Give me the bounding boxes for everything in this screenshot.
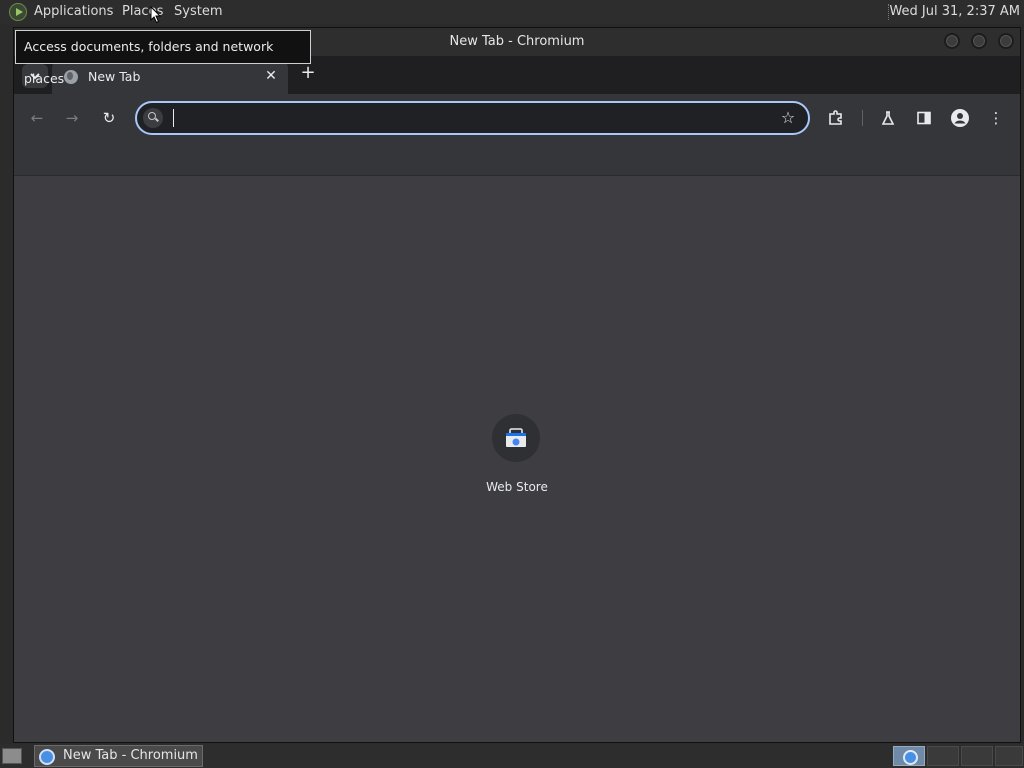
reload-button[interactable]: ↻ <box>97 106 121 130</box>
shortcut-web-store[interactable]: Web Store <box>477 414 557 504</box>
new-tab-button[interactable]: + <box>297 62 319 84</box>
mouse-pointer-icon <box>150 6 162 24</box>
globe-icon <box>64 70 78 84</box>
window-title: New Tab - Chromium <box>449 34 585 49</box>
clock[interactable]: Wed Jul 31, 2:37 AM <box>889 4 1020 19</box>
distro-logo-icon[interactable] <box>9 3 27 21</box>
profile-button[interactable] <box>948 106 972 130</box>
side-panel-icon <box>917 111 931 125</box>
bookmark-star-icon[interactable]: ☆ <box>778 108 798 128</box>
search-icon <box>143 108 163 128</box>
web-store-icon <box>506 428 526 447</box>
workspace-1[interactable] <box>893 746 925 766</box>
bottom-panel: New Tab - Chromium <box>0 744 1024 768</box>
bookmarks-bar <box>14 142 1020 176</box>
browser-window: New Tab - Chromium New Tab ✕ + ← → ↻ ☆ ⋮… <box>13 27 1021 743</box>
omnibox[interactable]: ☆ <box>135 101 810 135</box>
browser-toolbar: ← → ↻ ☆ ⋮ <box>14 94 1020 142</box>
extensions-button[interactable] <box>824 106 848 130</box>
chromium-icon <box>39 749 55 765</box>
browser-menu-button[interactable]: ⋮ <box>984 106 1008 130</box>
text-caret <box>173 109 174 127</box>
flask-icon <box>881 111 895 125</box>
maximize-button[interactable] <box>971 33 987 49</box>
places-tooltip: Access documents, folders and network pl… <box>15 30 311 86</box>
forward-button[interactable]: → <box>60 106 84 130</box>
show-desktop-icon[interactable] <box>2 748 22 764</box>
close-window-button[interactable] <box>998 33 1014 49</box>
taskbar-item-label: New Tab - Chromium <box>63 748 198 763</box>
minimize-button[interactable] <box>944 33 960 49</box>
chrome-labs-button[interactable] <box>876 106 900 130</box>
tab-title: New Tab <box>88 69 141 84</box>
tab-close-icon[interactable]: ✕ <box>262 67 280 85</box>
taskbar-item-chromium[interactable]: New Tab - Chromium <box>34 745 203 767</box>
tab-new-tab[interactable]: New Tab ✕ <box>52 60 288 94</box>
workspace-3[interactable] <box>961 746 993 766</box>
toolbar-separator <box>862 110 863 126</box>
side-panel-button[interactable] <box>912 106 936 130</box>
shortcut-tile <box>492 414 540 462</box>
workspace-4[interactable] <box>995 746 1023 766</box>
workspace-2[interactable] <box>927 746 959 766</box>
back-button[interactable]: ← <box>25 106 49 130</box>
new-tab-page: Web Store <box>14 176 1020 742</box>
avatar-icon <box>951 109 969 127</box>
address-input[interactable] <box>171 109 761 129</box>
system-menu[interactable]: System <box>174 4 222 19</box>
applications-menu[interactable]: Applications <box>34 4 113 19</box>
puzzle-icon <box>829 110 842 125</box>
shortcut-label: Web Store <box>486 480 548 494</box>
